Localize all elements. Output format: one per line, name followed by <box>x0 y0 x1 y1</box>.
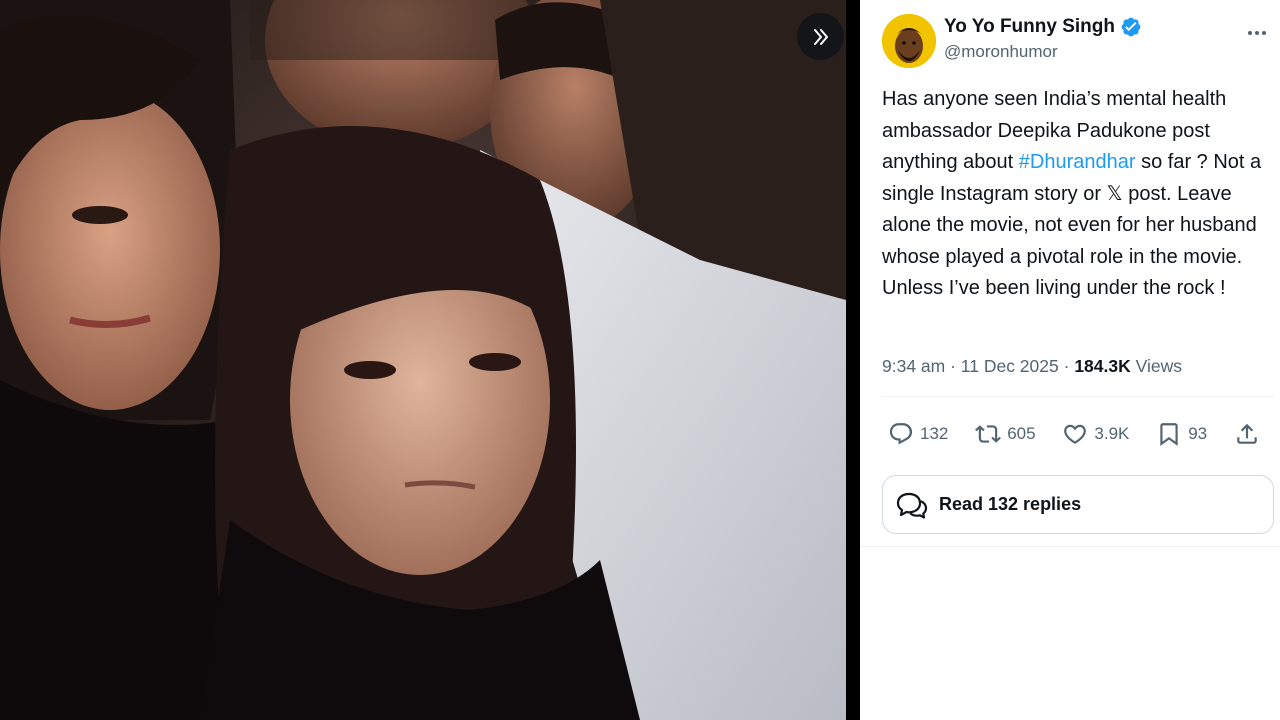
bookmark-button[interactable]: 93 <box>1156 421 1207 447</box>
more-icon <box>1247 31 1268 35</box>
verified-icon <box>1120 16 1142 38</box>
views-label: Views <box>1130 356 1182 376</box>
repost-count: 605 <box>1007 424 1036 443</box>
repost-icon <box>975 425 1002 443</box>
chat-bubbles-icon <box>896 492 928 519</box>
repost-button[interactable]: 605 <box>975 421 1036 447</box>
share-button[interactable] <box>1234 421 1260 447</box>
tweet-media-photo[interactable] <box>0 0 846 720</box>
expand-button[interactable] <box>797 13 844 60</box>
share-icon <box>1237 423 1257 444</box>
tweet-date[interactable]: 11 Dec 2025 <box>961 356 1059 376</box>
like-count: 3.9K <box>1094 424 1130 443</box>
action-bar: 132 605 3.9K 93 <box>888 419 1260 449</box>
avatar-image <box>882 14 936 68</box>
more-options-button[interactable] <box>1242 18 1272 48</box>
reply-icon <box>889 423 913 445</box>
views-count: 184.3K <box>1074 356 1131 376</box>
expand-icon <box>813 28 828 45</box>
tweet-header: Yo Yo Funny Singh @moronhumor <box>882 12 1272 68</box>
reply-count: 132 <box>920 424 949 443</box>
author-handle[interactable]: @moronhumor <box>944 42 1058 62</box>
media-divider <box>846 0 860 720</box>
tweet-text-part-2: so far ? Not a single Instagram story or… <box>882 151 1262 299</box>
meta-separator-2: · <box>1058 356 1075 376</box>
author-display-name[interactable]: Yo Yo Funny Singh <box>944 16 1115 38</box>
tweet-text: Has anyone seen India’s mental health am… <box>882 84 1274 305</box>
reply-button[interactable]: 132 <box>888 421 948 447</box>
bookmark-count: 93 <box>1188 424 1208 443</box>
read-replies-button[interactable]: Read 132 replies <box>882 475 1274 534</box>
avatar[interactable] <box>882 14 936 68</box>
read-replies-label: Read 132 replies <box>939 494 1082 514</box>
tweet-time[interactable]: 9:34 am <box>882 356 945 376</box>
author-name-row[interactable]: Yo Yo Funny Singh <box>944 16 1142 38</box>
like-button[interactable]: 3.9K <box>1062 421 1129 447</box>
like-icon <box>1064 424 1087 444</box>
bookmark-icon <box>1160 423 1178 446</box>
hashtag-link[interactable]: #Dhurandhar <box>1019 151 1136 173</box>
photo-image <box>0 0 846 720</box>
meta-separator: · <box>945 356 961 376</box>
divider <box>882 396 1274 397</box>
tweet-panel: Yo Yo Funny Singh @moronhumor Has anyone… <box>860 0 1280 720</box>
divider-bottom <box>860 546 1280 547</box>
tweet-meta: 9:34 am · 11 Dec 2025 · 184.3K Views <box>882 356 1182 377</box>
